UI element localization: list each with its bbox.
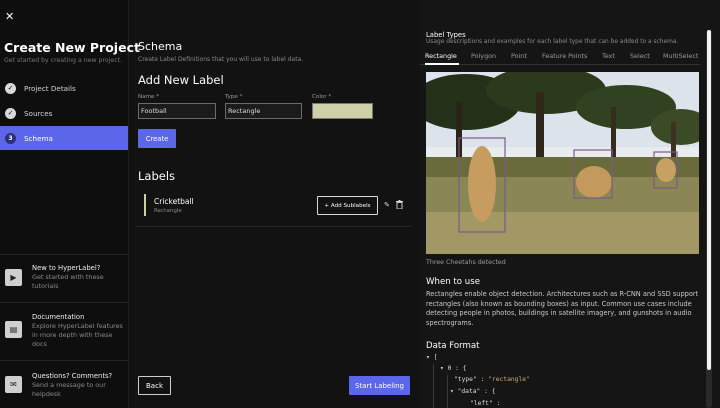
check-icon: ✓ [5, 82, 16, 94]
code-token: { [491, 388, 496, 395]
divider [0, 302, 128, 303]
page-title: Create New Project [4, 40, 140, 55]
trash-icon[interactable] [396, 200, 403, 209]
step-schema[interactable]: 3 Schema [0, 126, 128, 150]
divider [137, 226, 411, 227]
label-types-subtitle: Usage descriptions and examples for each… [426, 39, 679, 45]
code-string: "rectangle" [488, 376, 530, 383]
back-button[interactable]: Back [138, 376, 171, 395]
label-type: Rectangle [154, 208, 182, 214]
play-icon: ▶ [5, 269, 22, 286]
add-label-title: Add New Label [138, 73, 224, 87]
document-icon: ▤ [5, 321, 22, 338]
add-sublabels-button[interactable]: + Add Sublabels [317, 196, 378, 215]
help-title: Documentation [32, 313, 85, 321]
toggle-icon[interactable]: ▾ [450, 388, 458, 395]
name-label: Name * [138, 94, 160, 100]
when-to-use-body: Rectangles enable object detection. Arch… [426, 290, 699, 327]
help-description: Send a message to our helpdesk [32, 381, 106, 398]
label-name: Cricketball [154, 197, 194, 206]
pencil-icon[interactable]: ✎ [384, 201, 390, 209]
main-content: Schema Create Label Definitions that you… [129, 0, 420, 408]
image-caption: Three Cheetahs detected [426, 259, 506, 266]
page-subtitle: Get started by creating a new project. [4, 57, 122, 64]
chat-icon: ✉ [5, 376, 22, 393]
code-token: { [462, 365, 467, 372]
toggle-icon[interactable]: ▾ [440, 365, 448, 372]
step-project-details[interactable]: ✓ Project Details [0, 76, 128, 100]
create-button[interactable]: Create [138, 129, 176, 148]
toggle-icon[interactable]: ▾ [426, 354, 434, 361]
label-type-tabs: Rectangle Polygon Point Feature Points T… [420, 51, 700, 65]
close-icon[interactable]: ✕ [5, 10, 14, 23]
indent-guide [447, 375, 448, 408]
data-format-title: Data Format [426, 341, 480, 351]
tab-feature-points[interactable]: Feature Points [542, 52, 587, 60]
label-types-panel: Label Types Usage descriptions and examp… [420, 0, 720, 408]
tab-text[interactable]: Text [602, 52, 615, 60]
tab-select[interactable]: Select [630, 52, 650, 60]
divider [0, 254, 128, 255]
labels-title: Labels [138, 169, 176, 183]
color-label: Color * [312, 94, 332, 100]
step-number: 3 [5, 132, 16, 144]
scrollbar-thumb[interactable] [707, 30, 711, 370]
schema-subtitle: Create Label Definitions that you will u… [138, 56, 304, 63]
step-label: Sources [24, 108, 53, 118]
help-description: Explore HyperLabel features in more dept… [32, 322, 123, 348]
color-picker[interactable] [312, 103, 373, 119]
label-types-title: Label Types [426, 31, 466, 39]
when-to-use-title: When to use [426, 277, 480, 287]
label-item: Cricketball Rectangle + Add Sublabels ✎ [144, 194, 407, 218]
code-token: "left" [470, 400, 493, 407]
type-select[interactable]: Rectangle [225, 103, 302, 119]
label-color-bar [144, 194, 146, 216]
help-title: Questions? Comments? [32, 372, 113, 380]
name-input[interactable]: Football [138, 103, 216, 119]
help-description: Get started with these tutorials [32, 273, 104, 290]
type-label: Type * [225, 94, 243, 100]
sidebar: ✕ Create New Project Get started by crea… [0, 0, 140, 408]
tab-point[interactable]: Point [511, 52, 527, 60]
step-label: Project Details [24, 83, 76, 93]
code-token: 0 [447, 365, 452, 372]
divider [0, 360, 128, 361]
check-icon: ✓ [5, 107, 16, 119]
code-token: "data" [457, 388, 481, 395]
indent-guide [433, 364, 434, 408]
tab-polygon[interactable]: Polygon [471, 52, 496, 60]
code-token: [ [433, 354, 438, 361]
code-token: "type" [454, 376, 477, 383]
example-image [426, 72, 699, 254]
active-tab-indicator [425, 63, 459, 65]
tab-multiselect[interactable]: MultiSelect [663, 52, 698, 60]
schema-title: Schema [138, 40, 183, 53]
step-sources[interactable]: ✓ Sources [0, 101, 128, 125]
tab-rectangle[interactable]: Rectangle [425, 52, 457, 60]
step-label: Schema [24, 133, 53, 143]
start-labeling-button[interactable]: Start Labeling [349, 376, 410, 395]
help-title: New to HyperLabel? [32, 264, 101, 272]
